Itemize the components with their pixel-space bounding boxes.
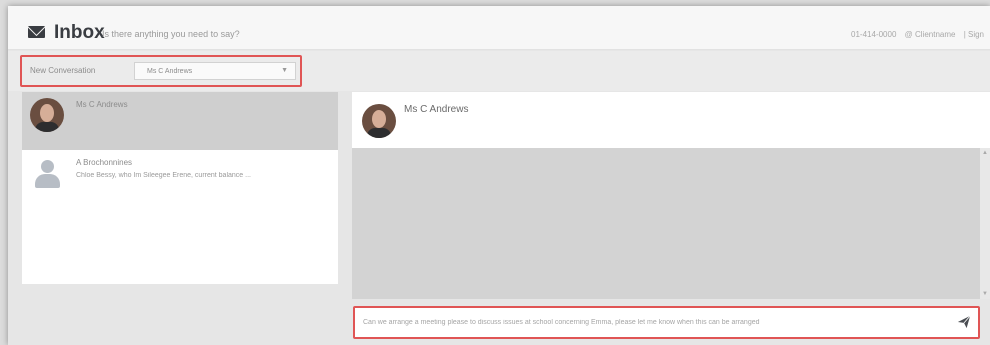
conversation-name: A Brochonnines [76, 158, 133, 167]
scroll-down-icon[interactable]: ▼ [982, 291, 988, 297]
header-user-info: 01-414-0000 @ Clientname | Sign [851, 30, 990, 39]
scroll-up-icon[interactable]: ▲ [982, 150, 988, 156]
photo-avatar [362, 104, 396, 138]
generic-user-avatar [32, 158, 62, 190]
conversation-item-active[interactable]: Ms C Andrews [22, 92, 338, 150]
conversation-name: Ms C Andrews [76, 100, 128, 109]
app-header: Inbox Is there anything you need to say?… [8, 6, 990, 50]
page-subtitle: Is there anything you need to say? [102, 29, 240, 39]
header-phone: 01-414-0000 [851, 30, 897, 39]
conversation-item[interactable]: A Brochonnines Chloe Bessy, who Im Silee… [22, 150, 338, 200]
header-account-link[interactable]: @ Clientname [905, 30, 956, 39]
new-conversation-box: New Conversation Ms C Andrews ▼ [20, 55, 302, 87]
toolbar: New Conversation Ms C Andrews ▼ [8, 51, 990, 91]
conversation-list: Ms C Andrews A Brochonnines Chloe Bessy,… [22, 92, 338, 284]
chat-header: Ms C Andrews [352, 92, 990, 148]
chevron-down-icon: ▼ [281, 67, 288, 74]
app-window: Inbox Is there anything you need to say?… [8, 6, 990, 345]
paper-plane-icon[interactable] [957, 315, 971, 329]
message-scrollbar[interactable]: ▲ ▼ [980, 148, 990, 299]
photo-avatar [30, 98, 64, 132]
message-area [352, 148, 980, 299]
compose-box [353, 306, 980, 339]
header-sign-link[interactable]: | Sign [964, 30, 984, 39]
recipient-select-value: Ms C Andrews [147, 68, 193, 75]
conversation-preview: Chloe Bessy, who Im Sileegee Erene, curr… [76, 172, 251, 179]
chat-title: Ms C Andrews [404, 104, 469, 115]
recipient-select[interactable]: Ms C Andrews ▼ [134, 62, 296, 80]
envelope-icon [28, 26, 45, 38]
message-input[interactable] [363, 312, 938, 332]
page-title: Inbox [54, 22, 105, 43]
new-conversation-label: New Conversation [30, 66, 96, 75]
